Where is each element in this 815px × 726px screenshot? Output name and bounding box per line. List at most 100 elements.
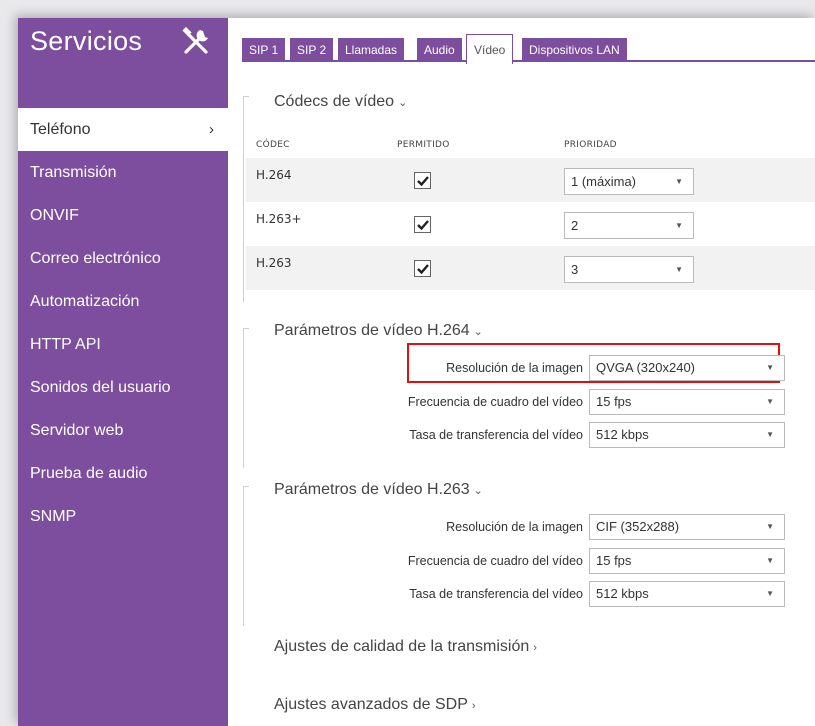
sidebar-item-correo[interactable]: Correo electrónico (18, 237, 228, 280)
section-title-text: Ajustes avanzados de SDP (274, 696, 468, 713)
check-icon (417, 264, 429, 275)
sidebar-item-sonidos[interactable]: Sonidos del usuario (18, 366, 228, 409)
sidebar-item-telefono[interactable]: Teléfono › (18, 108, 228, 151)
section-title-h263[interactable]: Parámetros de vídeo H.263 ⌄ (274, 481, 483, 499)
sidebar-item-label: ONVIF (30, 207, 79, 224)
chevron-down-icon: ⌄ (473, 326, 483, 338)
select-value: 512 kbps (596, 586, 649, 601)
select-value: 1 (máxima) (571, 174, 637, 189)
select-value: 2 (571, 218, 579, 233)
sidebar-item-http-api[interactable]: HTTP API (18, 323, 228, 366)
chevron-right-icon: › (209, 121, 214, 138)
sidebar-title: Servicios (30, 26, 143, 56)
tab-sip2[interactable]: SIP 2 (290, 38, 334, 62)
h264-bitrate-select[interactable]: 512 kbps ▼ (589, 422, 785, 448)
select-value: 512 kbps (596, 427, 649, 442)
section-title-codecs[interactable]: Códecs de vídeo ⌄ (274, 93, 407, 111)
allowed-checkbox[interactable] (414, 172, 431, 189)
select-value: CIF (352x288) (596, 519, 680, 534)
chevron-right-icon: › (533, 642, 537, 654)
h263-bitrate-select[interactable]: 512 kbps ▼ (589, 581, 785, 607)
resolution-label: Resolución de la imagen (446, 520, 583, 534)
priority-select[interactable]: 1 (máxima) ▼ (564, 168, 694, 195)
select-value: QVGA (320x240) (596, 360, 695, 375)
select-value: 3 (571, 262, 579, 277)
caret-down-icon: ▼ (766, 363, 774, 372)
section-title-quality[interactable]: Ajustes de calidad de la transmisión › (274, 638, 537, 656)
codec-name: H.263 (256, 256, 292, 270)
resolution-label: Resolución de la imagen (446, 361, 583, 375)
sidebar-item-label: Correo electrónico (30, 250, 161, 267)
sidebar-nav: Teléfono › Transmisión ONVIF Correo elec… (18, 108, 228, 538)
sidebar-item-prueba-audio[interactable]: Prueba de audio (18, 452, 228, 495)
section-title-text: Parámetros de vídeo H.263 (274, 481, 470, 498)
tab-sip1[interactable]: SIP 1 (242, 38, 286, 62)
allowed-checkbox[interactable] (414, 216, 431, 233)
section-divider (243, 328, 249, 468)
caret-down-icon: ▼ (675, 177, 683, 186)
sidebar-item-label: Servidor web (30, 422, 124, 439)
section-divider (243, 486, 249, 626)
caret-down-icon: ▼ (766, 430, 774, 439)
check-icon (417, 220, 429, 231)
section-title-text: Códecs de vídeo (274, 93, 395, 110)
sidebar-item-label: SNMP (30, 508, 77, 525)
sidebar-item-label: Transmisión (30, 164, 117, 181)
sidebar-item-servidor-web[interactable]: Servidor web (18, 409, 228, 452)
sidebar-item-label: Automatización (30, 293, 140, 310)
sidebar: Servicios Teléfono › Transmisión ONVIF C… (18, 18, 228, 726)
app-window: Servicios Teléfono › Transmisión ONVIF C… (18, 18, 815, 726)
tools-icon (182, 26, 208, 54)
select-value: 15 fps (596, 394, 632, 409)
caret-down-icon: ▼ (766, 522, 774, 531)
allowed-checkbox[interactable] (414, 260, 431, 277)
chevron-right-icon: › (471, 700, 476, 712)
sidebar-item-label: Sonidos del usuario (30, 379, 171, 396)
table-row: H.263+ 2 ▼ (246, 202, 815, 246)
h264-framerate-select[interactable]: 15 fps ▼ (589, 389, 785, 415)
caret-down-icon: ▼ (766, 589, 774, 598)
chevron-down-icon: ⌄ (398, 97, 408, 109)
table-row: H.263 3 ▼ (246, 246, 815, 290)
check-icon (417, 176, 429, 187)
sidebar-item-transmision[interactable]: Transmisión (18, 151, 228, 194)
section-divider (243, 96, 249, 302)
codec-name: H.263+ (256, 212, 302, 226)
section-title-h264[interactable]: Parámetros de vídeo H.264 ⌄ (274, 322, 483, 340)
sidebar-item-label: Prueba de audio (30, 465, 148, 482)
section-title-text: Ajustes de calidad de la transmisión (274, 638, 530, 655)
sidebar-item-label: Teléfono (30, 121, 91, 138)
column-header-priority: PRIORIDAD (564, 140, 617, 150)
main-content: SIP 1 SIP 2 Llamadas Audio Vídeo Disposi… (228, 18, 815, 726)
select-value: 15 fps (596, 553, 632, 568)
bitrate-label: Tasa de transferencia del vídeo (409, 428, 583, 442)
framerate-label: Frecuencia de cuadro del vídeo (407, 395, 583, 409)
codec-name: H.264 (256, 168, 292, 182)
tab-audio[interactable]: Audio (417, 38, 462, 62)
h263-framerate-select[interactable]: 15 fps ▼ (589, 548, 785, 574)
table-row: H.264 1 (máxima) ▼ (246, 158, 815, 202)
framerate-label: Frecuencia de cuadro del vídeo (407, 554, 583, 568)
tab-dispositivos-lan[interactable]: Dispositivos LAN (522, 38, 627, 62)
sidebar-item-snmp[interactable]: SNMP (18, 495, 228, 538)
caret-down-icon: ▼ (766, 397, 774, 406)
sidebar-item-label: HTTP API (30, 336, 101, 353)
sidebar-item-automatizacion[interactable]: Automatización (18, 280, 228, 323)
sidebar-header: Servicios (30, 22, 228, 70)
h264-resolution-select[interactable]: QVGA (320x240) ▼ (589, 355, 785, 381)
tab-video[interactable]: Vídeo (466, 34, 514, 64)
column-header-allowed: PERMITIDO (397, 140, 450, 150)
caret-down-icon: ▼ (675, 221, 683, 230)
priority-select[interactable]: 3 ▼ (564, 256, 694, 283)
section-title-text: Parámetros de vídeo H.264 (274, 322, 470, 339)
h263-resolution-select[interactable]: CIF (352x288) ▼ (589, 514, 785, 540)
tab-llamadas[interactable]: Llamadas (338, 38, 405, 62)
column-header-codec: CÓDEC (256, 140, 290, 150)
priority-select[interactable]: 2 ▼ (564, 212, 694, 239)
chevron-down-icon: ⌄ (473, 485, 483, 497)
section-title-sdp[interactable]: Ajustes avanzados de SDP › (274, 696, 476, 714)
caret-down-icon: ▼ (766, 556, 774, 565)
sidebar-item-onvif[interactable]: ONVIF (18, 194, 228, 237)
caret-down-icon: ▼ (675, 265, 683, 274)
tab-bar: SIP 1 SIP 2 Llamadas Audio Vídeo Disposi… (242, 34, 815, 64)
